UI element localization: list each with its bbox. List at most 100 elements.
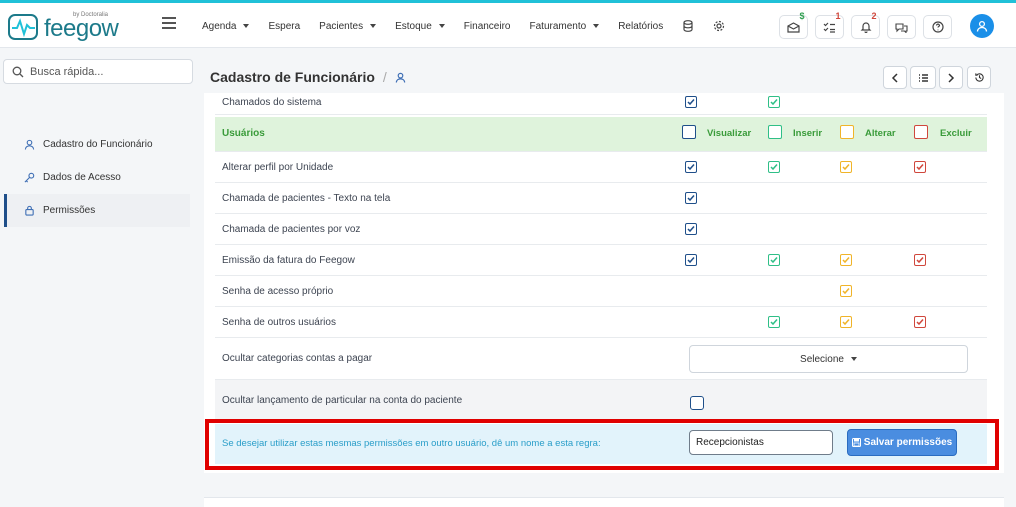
categories-select[interactable]: Selecione xyxy=(689,345,968,373)
chevron-right-icon xyxy=(948,72,955,83)
nav-label: Financeiro xyxy=(463,20,511,32)
nav-faturamento[interactable]: Faturamento xyxy=(530,20,600,32)
caret-down-icon xyxy=(438,24,445,28)
nav-label: Relatórios xyxy=(618,20,664,32)
permission-label: Senha de acesso próprio xyxy=(222,286,334,297)
tasks-badge: 1 xyxy=(835,11,841,21)
key-icon xyxy=(24,172,35,183)
menu-toggle-icon[interactable] xyxy=(162,17,176,29)
quick-search[interactable] xyxy=(3,59,193,84)
page-title-text: Cadastro de Funcionário xyxy=(210,69,375,85)
permission-checkbox[interactable] xyxy=(840,254,852,266)
nav-label: Estoque xyxy=(395,20,432,32)
database-icon[interactable] xyxy=(682,20,694,32)
save-permissions-button[interactable]: Salvar permissões xyxy=(847,429,957,456)
column-visualizar: Visualizar xyxy=(707,128,752,139)
bell-icon xyxy=(860,22,871,33)
select-all-visualizar-checkbox[interactable] xyxy=(682,125,696,139)
nav-label: Pacientes xyxy=(319,20,364,32)
top-navbar: by Doctoralia feegow Agenda Espera Pacie… xyxy=(0,3,1016,48)
logo-mark-icon xyxy=(8,14,38,40)
nav-agenda[interactable]: Agenda xyxy=(202,20,250,32)
tasks-button[interactable]: 1 xyxy=(815,11,844,39)
next-card xyxy=(204,497,1004,507)
select-all-excluir-checkbox[interactable] xyxy=(914,125,928,139)
select-all-inserir-checkbox[interactable] xyxy=(768,125,782,139)
permission-checkbox[interactable] xyxy=(685,161,697,173)
permission-checkbox[interactable] xyxy=(768,254,780,266)
column-inserir: Inserir xyxy=(793,128,823,139)
permission-row-prev: Chamados do sistema xyxy=(215,93,987,115)
select-all-alterar-checkbox[interactable] xyxy=(840,125,854,139)
permission-checkbox[interactable] xyxy=(768,96,780,108)
permission-checkbox[interactable] xyxy=(685,223,697,235)
permission-row: Chamada de pacientes por voz xyxy=(215,214,987,245)
section-header-usuarios: Usuários Visualizar Inserir Alterar Excl… xyxy=(215,117,987,152)
permission-checkbox[interactable] xyxy=(768,316,780,328)
main-nav: Agenda Espera Pacientes Estoque Financei… xyxy=(202,20,744,32)
inbox-icon xyxy=(787,21,800,33)
list-icon xyxy=(918,73,928,82)
permission-checkbox[interactable] xyxy=(840,285,852,297)
permission-checkbox[interactable] xyxy=(914,316,926,328)
logo-wordmark: feegow xyxy=(44,15,119,42)
sidebar-item-cadastro[interactable]: Cadastro do Funcionário xyxy=(4,128,190,161)
permission-label: Senha de outros usuários xyxy=(222,317,336,328)
nav-pacientes[interactable]: Pacientes xyxy=(319,20,377,32)
sidebar-item-dados-acesso[interactable]: Dados de Acesso xyxy=(4,161,190,194)
nav-relatorios[interactable]: Relatórios xyxy=(618,20,663,32)
page-title: Cadastro de Funcionário / xyxy=(210,69,406,85)
help-icon xyxy=(931,21,944,33)
caret-down-icon xyxy=(370,24,377,28)
history-button[interactable] xyxy=(967,66,991,89)
rule-name-input[interactable] xyxy=(689,430,833,455)
sidebar: Cadastro do Funcionário Dados de Acesso … xyxy=(4,128,190,227)
nav-label: Espera xyxy=(268,20,301,32)
chevron-left-icon xyxy=(891,72,898,83)
rule-help-text: Se desejar utilizar estas mesmas permiss… xyxy=(222,438,601,449)
permissions-card: Chamados do sistema Usuários Visualizar … xyxy=(204,93,1004,473)
sidebar-item-label: Cadastro do Funcionário xyxy=(43,139,153,150)
checklist-icon xyxy=(823,22,835,33)
chat-button[interactable] xyxy=(887,15,916,39)
chat-icon xyxy=(895,22,908,33)
user-icon xyxy=(24,139,35,150)
permission-checkbox[interactable] xyxy=(685,96,697,108)
previous-button[interactable] xyxy=(883,66,907,89)
hide-private-checkbox[interactable] xyxy=(690,396,704,410)
user-avatar[interactable] xyxy=(970,14,994,38)
next-button[interactable] xyxy=(939,66,963,89)
permission-checkbox[interactable] xyxy=(685,254,697,266)
breadcrumb-separator: / xyxy=(382,69,387,85)
permission-checkbox[interactable] xyxy=(768,161,780,173)
save-icon xyxy=(851,438,861,447)
gear-icon[interactable] xyxy=(713,20,725,32)
permission-row: Emissão da fatura do Feegow xyxy=(215,245,987,276)
permission-checkbox[interactable] xyxy=(914,161,926,173)
nav-espera[interactable]: Espera xyxy=(268,20,300,32)
sidebar-item-permissoes[interactable]: Permissões xyxy=(4,194,190,227)
sidebar-item-label: Dados de Acesso xyxy=(43,172,121,183)
hide-categories-row: Ocultar categorias contas a pagar Seleci… xyxy=(215,338,987,380)
permission-checkbox[interactable] xyxy=(685,192,697,204)
permission-label: Alterar perfil por Unidade xyxy=(222,162,334,173)
permission-checkbox[interactable] xyxy=(840,161,852,173)
permission-checkbox[interactable] xyxy=(914,254,926,266)
select-value: Selecione xyxy=(800,353,844,365)
column-excluir: Excluir xyxy=(940,128,972,139)
help-button[interactable] xyxy=(923,15,952,39)
feegow-logo[interactable]: by Doctoralia feegow xyxy=(8,12,119,42)
search-icon xyxy=(12,66,24,77)
notifications-button[interactable]: 2 xyxy=(851,11,880,39)
hide-private-label: Ocultar lançamento de particular na cont… xyxy=(222,395,463,406)
nav-financeiro[interactable]: Financeiro xyxy=(464,20,511,32)
column-alterar: Alterar xyxy=(865,128,896,139)
nav-estoque[interactable]: Estoque xyxy=(395,20,445,32)
list-button[interactable] xyxy=(910,66,936,89)
permission-checkbox[interactable] xyxy=(840,316,852,328)
permission-row: Senha de outros usuários xyxy=(215,307,987,338)
user-icon xyxy=(976,20,988,32)
permission-label: Emissão da fatura do Feegow xyxy=(222,255,355,266)
messages-button[interactable]: $ xyxy=(779,11,808,39)
search-input[interactable] xyxy=(30,65,180,78)
